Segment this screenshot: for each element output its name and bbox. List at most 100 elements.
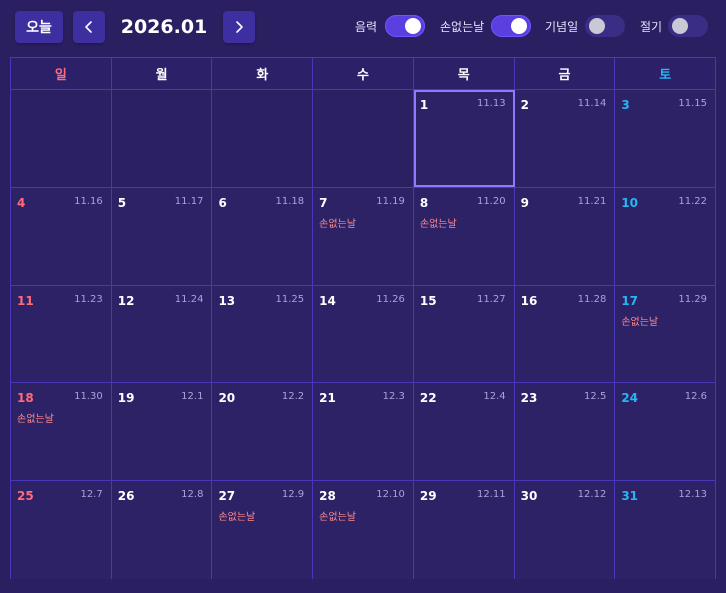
lunar-date: 11.21 [577, 195, 607, 207]
day-cell[interactable]: 7 11.19 손없는날 [313, 187, 414, 285]
lunar-date: 12.11 [476, 489, 506, 501]
chevron-right-icon [236, 21, 243, 33]
solar-term-toggle[interactable] [668, 15, 708, 37]
lunar-date: 11.26 [376, 293, 405, 305]
event-label: 손없는날 [419, 218, 457, 230]
lunar-date: 11.28 [577, 293, 607, 305]
day-cell[interactable]: 15 11.27 [413, 285, 515, 383]
day-cell[interactable]: 31 12.13 [615, 481, 716, 579]
lunar-date: 11.16 [74, 195, 103, 207]
day-cell[interactable]: 3 11.15 [615, 90, 716, 187]
day-cell[interactable]: 10 11.22 [615, 187, 716, 285]
day-cell[interactable]: 5 11.17 [111, 187, 213, 285]
day-number: 2 [520, 98, 529, 112]
day-cell[interactable]: 8 11.20 손없는날 [413, 187, 515, 285]
lunar-toggle[interactable] [385, 15, 425, 37]
toggle-knob [511, 18, 527, 34]
empty-day-cell [111, 90, 213, 187]
weekday-mon: 월 [112, 58, 213, 89]
lunar-date: 12.12 [577, 489, 607, 501]
day-number: 12 [117, 293, 135, 308]
day-number: 10 [621, 195, 639, 210]
day-number: 18 [17, 391, 34, 406]
week-row: 18 11.30 손없는날 19 12.1 20 12.2 21 12.3 22 12.4 23 12.… [11, 383, 716, 482]
day-cell[interactable]: 13 11.25 [212, 285, 314, 383]
lunar-date: 11.18 [275, 195, 305, 207]
day-cell[interactable]: 19 12.1 [111, 383, 213, 481]
weekday-thu: 목 [414, 58, 515, 89]
day-cell[interactable]: 14 11.26 [313, 285, 414, 383]
lunar-date: 11.15 [678, 98, 708, 109]
day-number: 14 [319, 293, 336, 308]
lunar-date: 12.5 [584, 391, 607, 403]
day-number: 13 [218, 293, 236, 308]
day-cell[interactable]: 28 12.10 손없는날 [313, 481, 414, 579]
day-cell[interactable]: 16 11.28 [514, 285, 616, 383]
lunar-date: 12.13 [678, 489, 708, 501]
calendar-app: 오늘 2026.01 음력 손없는날 기념일 절기 일 월 화 수 목 금 토 … [0, 0, 726, 593]
lunar-date: 11.29 [678, 293, 708, 305]
day-number: 31 [621, 489, 639, 504]
day-number: 24 [621, 391, 639, 406]
day-number: 5 [117, 195, 127, 210]
day-cell[interactable]: 26 12.8 [111, 481, 213, 579]
lunar-date: 11.13 [476, 98, 506, 109]
day-cell[interactable]: 22 12.4 [413, 383, 515, 481]
day-cell[interactable]: 29 12.11 [413, 481, 515, 579]
day-number: 19 [117, 391, 135, 406]
today-button[interactable]: 오늘 [15, 11, 63, 43]
day-cell[interactable]: 17 11.29 손없는날 [615, 285, 716, 383]
day-cell[interactable]: 12 11.24 [111, 285, 213, 383]
day-number: 27 [218, 489, 236, 504]
lunar-date: 11.20 [476, 195, 506, 207]
day-cell[interactable]: 9 11.21 [514, 187, 616, 285]
day-cell[interactable]: 6 11.18 [212, 187, 314, 285]
day-number: 8 [419, 195, 429, 210]
weekday-sat: 토 [659, 68, 672, 83]
event-label: 손없는날 [319, 218, 356, 230]
day-cell[interactable]: 24 12.6 [615, 383, 716, 481]
toggle-knob [589, 18, 605, 34]
day-cell[interactable]: 21 12.3 [313, 383, 414, 481]
lunar-date: 11.22 [678, 195, 708, 207]
solar-term-toggle-label: 절기 [640, 19, 663, 34]
day-number: 3 [621, 98, 630, 112]
day-cell[interactable]: 23 12.5 [514, 383, 616, 481]
day-cell[interactable]: 1 11.13 [413, 90, 515, 187]
day-cell[interactable]: 18 11.30 손없는날 [11, 383, 112, 481]
day-cell[interactable]: 4 11.16 [11, 187, 112, 285]
day-cell[interactable]: 25 12.7 [11, 481, 112, 579]
day-number: 11 [17, 293, 34, 308]
day-number: 30 [520, 489, 538, 504]
day-number: 20 [218, 391, 236, 406]
day-cell[interactable]: 20 12.2 [212, 383, 314, 481]
son-eomneun-nal-toggle[interactable] [491, 15, 531, 37]
day-number: 6 [218, 195, 227, 210]
anniversary-toggle[interactable] [585, 15, 625, 37]
day-number: 1 [419, 98, 429, 112]
lunar-date: 12.10 [376, 489, 405, 501]
day-number: 23 [520, 391, 538, 406]
week-row: 1 11.13 2 11.14 3 11.15 [11, 90, 716, 188]
toolbar: 오늘 2026.01 음력 손없는날 기념일 절기 [0, 0, 726, 56]
lunar-toggle-label: 음력 [355, 19, 378, 34]
day-number: 22 [419, 391, 437, 406]
empty-day-cell [212, 90, 314, 187]
day-cell[interactable]: 30 12.12 [514, 481, 616, 579]
day-cell[interactable]: 27 12.9 손없는날 [212, 481, 314, 579]
week-row: 4 11.16 5 11.17 6 11.18 7 11.19 손없는날 8 11.20 손없는날 9 1… [11, 187, 716, 286]
empty-day-cell [11, 90, 112, 187]
next-month-button[interactable] [223, 11, 255, 43]
day-number: 16 [520, 293, 538, 308]
weekday-header: 일 월 화 수 목 금 토 [11, 58, 715, 90]
empty-day-cell [313, 90, 414, 187]
day-cell[interactable]: 11 11.23 [11, 285, 112, 383]
prev-month-button[interactable] [73, 11, 105, 43]
day-number: 7 [319, 195, 328, 210]
day-cell[interactable]: 2 11.14 [514, 90, 616, 187]
anniversary-toggle-label: 기념일 [545, 19, 579, 34]
event-label: 손없는날 [17, 414, 54, 426]
lunar-date: 11.25 [275, 293, 305, 305]
event-label: 손없는날 [621, 316, 659, 328]
weekday-fri: 금 [515, 58, 616, 89]
